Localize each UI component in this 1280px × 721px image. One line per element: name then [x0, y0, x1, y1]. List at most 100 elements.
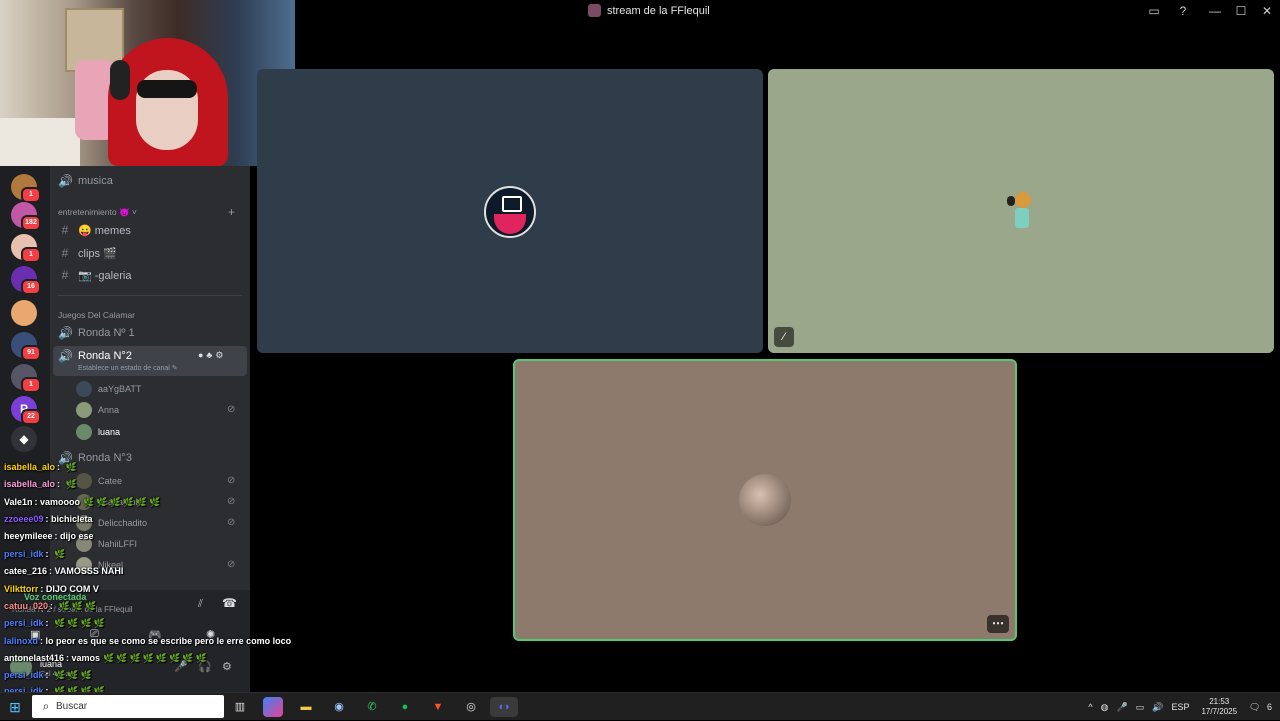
headset [110, 60, 130, 100]
avatar [76, 381, 92, 397]
voice-connection-panel: Voz conectada Ronda N°2 / stream de la F… [0, 590, 250, 692]
dog-ear [1007, 196, 1015, 206]
server-icon[interactable]: 1 [11, 174, 41, 203]
voice-channel-ronda-3[interactable]: 🔊 Ronda N°3 [58, 448, 132, 468]
avatar [76, 494, 92, 510]
windows-start-icon[interactable]: ⊞ [6, 698, 24, 716]
spotify-icon[interactable]: ● [395, 697, 415, 717]
copilot-icon[interactable] [263, 697, 283, 717]
obs-icon[interactable]: ◎ [461, 697, 481, 717]
speaker-icon: 🔊 [58, 451, 73, 465]
voice-user[interactable]: NahiiLFFI [76, 535, 137, 553]
participant-avatar [995, 186, 1047, 238]
voice-user[interactable]: Delicchadito [76, 514, 147, 532]
settings-icon[interactable]: ⚙ [222, 660, 232, 673]
headphones-icon[interactable]: 🎧 [198, 660, 212, 673]
brave-icon[interactable]: ▼ [428, 697, 448, 717]
minimize-button[interactable]: — [1202, 4, 1228, 18]
video-tile-speaking[interactable]: ⋯ [513, 359, 1017, 641]
voice-channel-ronda-1[interactable]: 🔊 Ronda Nº 1 [58, 323, 135, 343]
notifications-icon[interactable]: 🗨 6 [1249, 702, 1276, 713]
more-options-button[interactable]: ⋯ [987, 615, 1009, 633]
server-icon[interactable]: 91 [11, 332, 41, 361]
mic-tray-icon[interactable]: 🎤 [1116, 702, 1127, 713]
whatsapp-icon[interactable]: ✆ [362, 697, 382, 717]
voice-user[interactable]: d4a4a4 bb [76, 493, 141, 511]
voice-user[interactable]: aaYgBATT [76, 380, 141, 398]
square-mask-icon [502, 196, 522, 212]
server-icon[interactable]: 1 [11, 234, 41, 263]
avatar [76, 515, 92, 531]
taskbar-search[interactable]: ⌕ Buscar [32, 695, 224, 718]
voice-user[interactable]: Catee [76, 472, 122, 490]
muted-icon: ⊘ [227, 404, 236, 415]
voice-channel-ronda-2[interactable]: 🔊 Ronda N°2 [58, 346, 132, 366]
steam-tray-icon[interactable]: ◍ [1101, 702, 1109, 713]
title-bar [295, 0, 1280, 22]
activity-icon[interactable]: 🎮 [148, 628, 162, 641]
disconnect-icon[interactable]: ☎ [222, 596, 237, 610]
user-avatar[interactable] [10, 656, 32, 678]
system-tray: ^ ◍ 🎤 ▭ 🔊 ESP 21:53 17/7/2025 🗨 6 [1084, 693, 1280, 721]
language-indicator[interactable]: ESP [1171, 702, 1189, 712]
window-title-text: stream de la FFlequil [607, 4, 710, 17]
noise-suppression-icon[interactable]: ⫽ [198, 598, 203, 611]
user-name[interactable]: luana [40, 659, 62, 669]
voice-user[interactable]: Anna [76, 401, 119, 419]
help-icon[interactable]: ? [1176, 4, 1190, 18]
voice-status[interactable]: Voz conectada [24, 592, 86, 602]
network-icon[interactable]: ▭ [1136, 702, 1145, 713]
maximize-button[interactable]: ☐ [1228, 4, 1254, 18]
camera-icon[interactable]: ▣ [30, 628, 40, 641]
video-tile[interactable] [257, 69, 763, 353]
muted-icon: ⊘ [227, 517, 236, 528]
screen-share-icon[interactable]: ⎚ [90, 628, 99, 641]
server-icon[interactable]: 1 [11, 364, 41, 393]
discord-icon[interactable]: ◖◗ [490, 697, 518, 717]
mic-icon[interactable]: 🎤 [174, 660, 188, 673]
dog-head [1015, 192, 1031, 208]
server-icon[interactable] [11, 300, 37, 326]
channel-memes[interactable]: # 😛 memes [58, 220, 131, 240]
add-channel-icon[interactable]: + [228, 205, 235, 219]
channel-actions-icons[interactable]: ●♣⚙ [198, 350, 226, 361]
voice-user[interactable]: luana [76, 423, 120, 441]
bed [0, 118, 80, 166]
clock-time: 21:53 [1209, 697, 1230, 706]
server-icon[interactable]: 182 [11, 202, 41, 231]
volume-icon[interactable]: 🔊 [1152, 702, 1163, 713]
server-icon[interactable]: P22 [11, 396, 41, 425]
steam-icon[interactable]: ◉ [329, 697, 349, 717]
channel-musica[interactable]: 🔊 musica [58, 171, 113, 191]
discover-icon[interactable]: ◆ [11, 426, 37, 452]
server-icon[interactable]: 16 [11, 266, 41, 295]
video-tile[interactable]: ⁄ [768, 69, 1274, 353]
search-icon: ⌕ [42, 699, 50, 713]
show-hidden-icons[interactable]: ^ [1088, 702, 1092, 712]
screen-share-icon[interactable]: ▭ [1147, 4, 1161, 18]
channel-status[interactable]: Establece un estado de canal ✎ [78, 364, 178, 372]
avatar [76, 557, 92, 573]
red-suit [494, 214, 526, 234]
dog-body [1015, 208, 1029, 228]
muted-icon: ⊘ [227, 496, 236, 507]
category-entretenimiento[interactable]: entretenimiento 👿 ˅ [58, 207, 137, 218]
close-button[interactable]: ✕ [1254, 4, 1280, 18]
muted-icon: ⁄ [774, 327, 794, 347]
channel-clips[interactable]: # clips 🎬 [58, 243, 117, 263]
soundboard-icon[interactable]: ✺ [206, 628, 215, 641]
window-controls: — ☐ ✕ [1202, 0, 1280, 22]
hash-icon: # [61, 268, 69, 282]
voice-user[interactable]: Nikeel [76, 556, 123, 574]
search-placeholder: Buscar [56, 701, 88, 712]
channel-galeria[interactable]: # 📷 -galeria [58, 265, 132, 285]
voice-channel-path[interactable]: Ronda N°2 / stream de la FFlequil [12, 605, 133, 614]
file-explorer-icon[interactable]: ▬ [296, 697, 316, 717]
clock[interactable]: 21:53 17/7/2025 [1201, 697, 1237, 717]
category-juegos[interactable]: Juegos Del Calamar [58, 310, 135, 320]
muted-icon: ⊘ [227, 559, 236, 570]
task-view-icon[interactable]: ▥ [230, 697, 250, 717]
hash-icon: # [61, 223, 69, 237]
avatar [76, 402, 92, 418]
clock-date: 17/7/2025 [1201, 707, 1238, 716]
